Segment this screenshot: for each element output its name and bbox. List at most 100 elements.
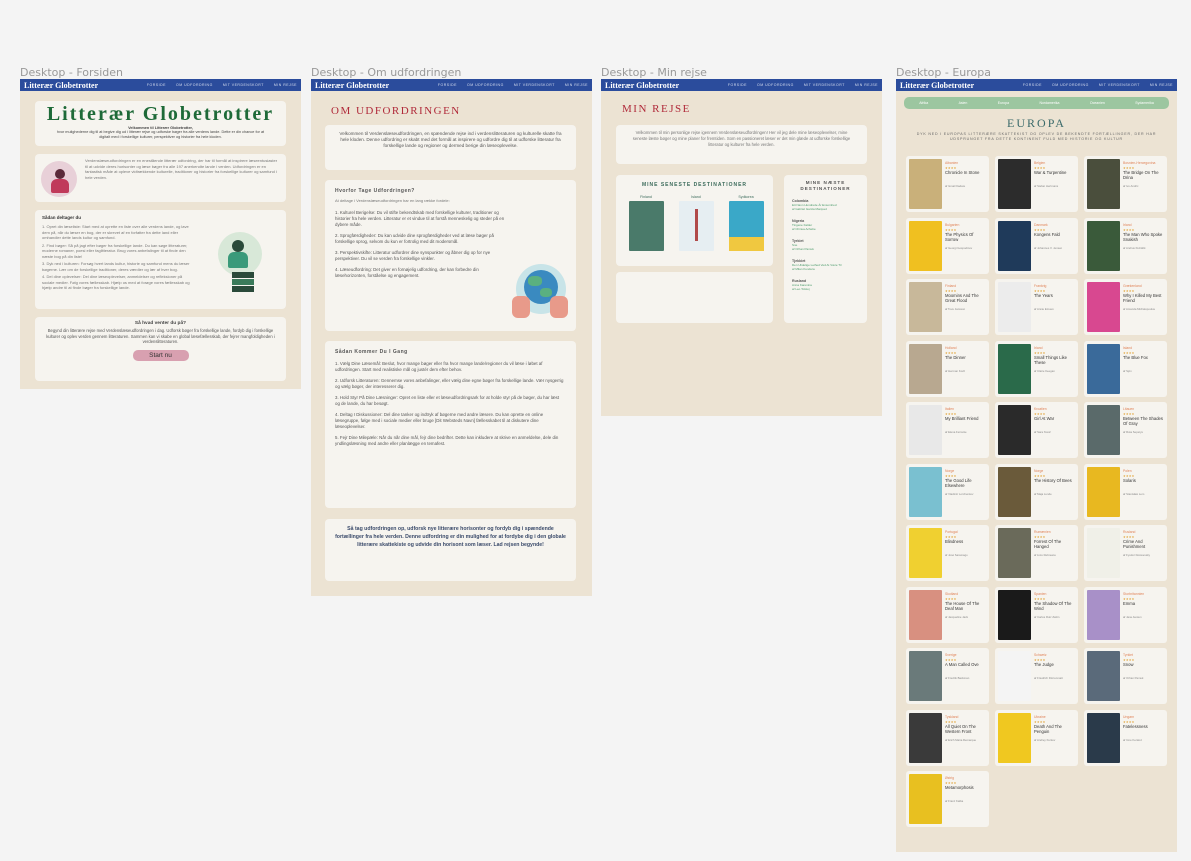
book-cover[interactable] xyxy=(998,528,1031,578)
book-card[interactable]: Storbritannien ★★★★ Emma af Jane Austen xyxy=(1084,586,1167,643)
book-cover[interactable] xyxy=(998,712,1031,763)
nav-link-om[interactable]: OM UDFORDRING xyxy=(467,83,504,87)
book-card[interactable]: Albanien ★★★★ Chronicle In Stone af Ismail … xyxy=(906,156,989,212)
book-cover[interactable] xyxy=(998,282,1031,332)
nav-link-rejse[interactable]: MIN REJSE xyxy=(274,83,297,87)
nav-link-kort[interactable]: MIT VERDENSKORT xyxy=(514,83,555,87)
how-item: 1. Vælg Dine Læsemål: Beslut, hvor mange… xyxy=(335,361,543,372)
book-cover[interactable] xyxy=(1087,712,1120,763)
book-card[interactable]: Ungarn ★★★★ Fatelessness af Imre Kertész xyxy=(1084,709,1167,766)
nav-link-rejse[interactable]: MIN REJSE xyxy=(855,83,878,87)
book-card[interactable]: Tyrkiet ★★★★ Snow af Orhan Pamuk xyxy=(1084,648,1167,704)
book-cover[interactable] xyxy=(909,220,942,271)
book-card[interactable]: Irland ★★★★ The Man Who Spoke Snakish af An… xyxy=(1084,217,1167,274)
nav-link-rejse[interactable]: MIN REJSE xyxy=(1150,83,1173,87)
book-card[interactable]: Island ★★★★ The Blue Fox af Sjón xyxy=(1084,340,1167,397)
why-item: 4. Læseudfordring: Det giver en fornøjel… xyxy=(335,267,479,278)
book-cover[interactable] xyxy=(628,201,664,251)
book-card[interactable]: Polen ★★★★ Solaris af Stanisław Lem xyxy=(1084,463,1167,520)
start-button[interactable]: Start nu xyxy=(132,349,189,361)
book-card[interactable]: Kroatien ★★★★ Girl At War af Sara Nović xyxy=(995,402,1078,458)
nav-link-kort[interactable]: MIT VERDENSKORT xyxy=(1099,83,1140,87)
book-card[interactable]: Finland ★★★★ Moomins And The Great Flood af… xyxy=(906,279,989,335)
tab-afrika[interactable]: Afrika xyxy=(919,101,928,105)
nav-link-om[interactable]: OM UDFORDRING xyxy=(176,83,213,87)
book-cover[interactable] xyxy=(1087,220,1120,271)
book-card[interactable]: Ukraine ★★★★ Death And The Penguin af Andre… xyxy=(995,709,1078,766)
book-cover[interactable] xyxy=(909,712,942,763)
book-cover[interactable] xyxy=(998,589,1031,640)
book-card[interactable]: Spanien ★★★★ The Shadow Of The Wind af Carl… xyxy=(995,586,1078,643)
nav-logo[interactable]: Litterær Globetrotter xyxy=(900,81,974,90)
book-card[interactable]: Bosnien-Hercegovina ★★★★ The Bridge On The… xyxy=(1084,156,1167,212)
tab-nordamerika[interactable]: Nordamerika xyxy=(1039,101,1059,105)
book-card[interactable]: Danmark ★★★★ Kongens Fald af Johannes V. Je… xyxy=(995,217,1078,274)
book-card[interactable]: Rumænien ★★★★ Forrest Of The Hanged af Livi… xyxy=(995,525,1078,581)
book-cover[interactable] xyxy=(1087,528,1120,578)
book-country: Danmark xyxy=(1034,222,1048,227)
book-cover[interactable] xyxy=(998,405,1031,455)
book-country: Bosnien-Hercegovina xyxy=(1123,161,1156,165)
nav-logo[interactable]: Litterær Globetrotter xyxy=(24,81,98,90)
book-cover[interactable] xyxy=(1087,405,1120,455)
book-card[interactable]: Belgien ★★★★ War & Turpentine af Stefan Her… xyxy=(995,156,1078,212)
book-author: af Georgi Gospodinov xyxy=(945,245,973,250)
book-cover[interactable] xyxy=(678,201,714,251)
book-card[interactable]: Skotland ★★★★ The House Of The Deaf Man af … xyxy=(906,586,989,643)
book-cover[interactable] xyxy=(909,343,942,394)
nav-link-om[interactable]: OM UDFORDRING xyxy=(757,83,794,87)
book-card[interactable]: Grækenland ★★★★ Why I Killed My Best Frien… xyxy=(1084,279,1167,335)
book-cover[interactable] xyxy=(909,282,942,332)
book-cover[interactable] xyxy=(909,159,942,209)
book-card[interactable]: Norge ★★★★ The History Of Bees af Maja Lund… xyxy=(995,463,1078,520)
nav-link-rejse[interactable]: MIN REJSE xyxy=(565,83,588,87)
book-cover[interactable] xyxy=(998,220,1031,271)
nav-link-forside[interactable]: FORSIDE xyxy=(147,83,166,87)
nav-link-kort[interactable]: MIT VERDENSKORT xyxy=(223,83,264,87)
book-cover[interactable] xyxy=(1087,589,1120,640)
nav-logo[interactable]: Litterær Globetrotter xyxy=(315,81,389,90)
book-card[interactable]: Frankrig ★★★★ The Years af Annie Ernaux xyxy=(995,279,1078,335)
book-card[interactable]: Litauen ★★★★ Between The Shades Of Gray af … xyxy=(1084,402,1167,458)
book-cover[interactable] xyxy=(998,651,1031,701)
book-card[interactable]: Tyskland ★★★★ All Quiet On The Western Fro… xyxy=(906,709,989,766)
nav-link-om[interactable]: OM UDFORDRING xyxy=(1052,83,1089,87)
book-cover[interactable] xyxy=(998,343,1031,394)
tab-sydamerika[interactable]: Sydamerika xyxy=(1135,101,1153,105)
book-card[interactable]: Irland ★★★★ Small Things Like These af Clai… xyxy=(995,340,1078,397)
book-cover[interactable] xyxy=(909,405,942,455)
book-cover[interactable] xyxy=(909,774,942,824)
intro-card: Velkommen til Verdenslæseudfordringen, e… xyxy=(325,125,576,170)
nav-link-forside[interactable]: FORSIDE xyxy=(1023,83,1042,87)
book-cover[interactable] xyxy=(1087,343,1120,394)
book-cover[interactable] xyxy=(998,159,1031,209)
nav-link-forside[interactable]: FORSIDE xyxy=(438,83,457,87)
how-item: 2. Udforsk Litteraturen: Gennemse vores … xyxy=(335,378,564,389)
book-cover[interactable] xyxy=(1087,466,1120,517)
tab-asien[interactable]: Asien xyxy=(959,101,968,105)
book-cover[interactable] xyxy=(909,528,942,578)
tab-europa[interactable]: Europa xyxy=(998,101,1009,105)
book-card[interactable]: Schweiz ★★★★ The Judge af Friedrich Dürrenm… xyxy=(995,648,1078,704)
nav-link-forside[interactable]: FORSIDE xyxy=(728,83,747,87)
book-cover[interactable] xyxy=(998,466,1031,517)
tab-oceanien[interactable]: Oceanien xyxy=(1090,101,1105,105)
book-cover[interactable] xyxy=(1087,651,1120,701)
book-card[interactable]: Bulgarien ★★★★ The Physics Of Sorrow af Geo… xyxy=(906,217,989,274)
latest-book: Sydkorea xyxy=(726,195,766,251)
book-cover[interactable] xyxy=(909,466,942,517)
book-card[interactable]: Sverige ★★★★ A Man Called Ove af Fredrik Ba… xyxy=(906,648,989,704)
book-card[interactable]: Norge ★★★★ The Good Life Elsewhere af Vladi… xyxy=(906,463,989,520)
book-card[interactable]: Østrig ★★★★ Metamorphosis af Franz Kafka xyxy=(906,771,989,827)
book-card[interactable]: Italien ★★★★ My Brilliant Friend af Elena F… xyxy=(906,402,989,458)
book-cover[interactable] xyxy=(1087,282,1120,332)
book-card[interactable]: Portugal ★★★★ Blindness af José Saramago xyxy=(906,525,989,581)
book-card[interactable]: Rusland ★★★★ Crime And Punishment af Fyodor… xyxy=(1084,525,1167,581)
nav-link-kort[interactable]: MIT VERDENSKORT xyxy=(804,83,845,87)
book-cover[interactable] xyxy=(909,651,942,701)
nav-logo[interactable]: Litterær Globetrotter xyxy=(605,81,679,90)
book-cover[interactable] xyxy=(1087,159,1120,209)
book-cover[interactable] xyxy=(728,201,764,251)
book-cover[interactable] xyxy=(909,589,942,640)
book-card[interactable]: Holland ★★★★ The Dinner af Herman Koch xyxy=(906,340,989,397)
